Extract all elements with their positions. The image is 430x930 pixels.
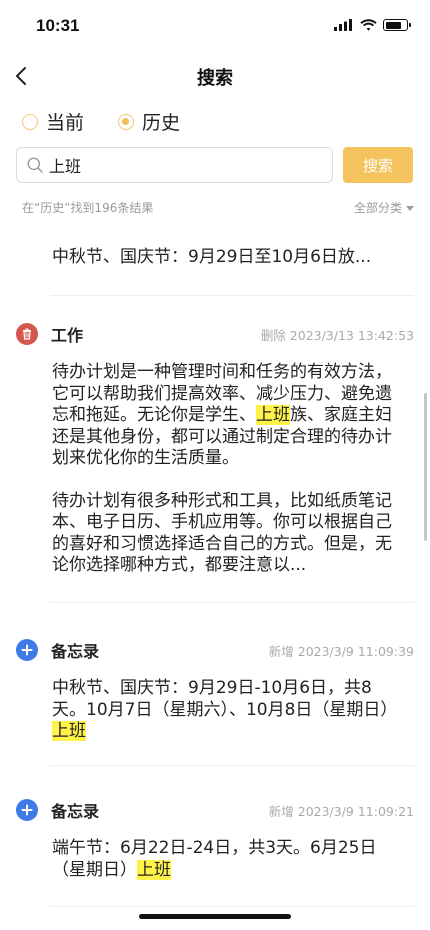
plus-icon bbox=[16, 639, 38, 661]
item-paragraph: 待办计划有很多种形式和工具，比如纸质笔记本、电子日历、手机应用等。你可以根据自己… bbox=[52, 490, 392, 576]
radio-checked-icon bbox=[118, 113, 135, 130]
cellular-signal-icon bbox=[334, 19, 352, 31]
search-highlight: 上班 bbox=[52, 721, 86, 741]
divider bbox=[50, 765, 414, 766]
search-highlight: 上班 bbox=[256, 405, 290, 425]
search-input[interactable] bbox=[49, 155, 319, 175]
plus-icon bbox=[16, 799, 38, 821]
scope-current-label: 当前 bbox=[46, 112, 85, 134]
item-title: 备忘录 bbox=[51, 802, 100, 821]
status-bar: 10:31 bbox=[0, 0, 430, 52]
item-paragraph: 端午节：6月22日-24日，共3天。6月25日（星期日）上班 bbox=[52, 838, 377, 880]
category-filter-label: 全部分类 bbox=[353, 201, 402, 215]
home-indicator[interactable] bbox=[139, 914, 291, 919]
divider bbox=[50, 906, 414, 907]
item-body: 端午节：6月22日-24日，共3天。6月25日（星期日）上班 bbox=[52, 838, 397, 881]
item-header: 备忘录 新增 2023/3/9 11:09:21 bbox=[16, 798, 414, 822]
list-item[interactable]: 中秋节、国庆节：9月29日至10月6日放... bbox=[0, 230, 430, 296]
item-paragraph: 待办计划是一种管理时间和任务的有效方法，它可以帮助我们提高效率、减少压力、避免遗… bbox=[52, 362, 392, 468]
divider bbox=[50, 295, 414, 296]
search-scope: 当前 历史 bbox=[22, 108, 180, 135]
list-item[interactable]: 备忘录 新增 2023/3/9 11:09:39 中秋节、国庆节：9月29日-1… bbox=[0, 638, 430, 758]
scope-current-radio[interactable]: 当前 bbox=[22, 108, 84, 135]
item-meta: 新增 2023/3/9 11:09:39 bbox=[268, 643, 414, 659]
list-item[interactable]: 工作 删除 2023/3/13 13:42:53 待办计划是一种管理时间和任务的… bbox=[0, 322, 430, 592]
scope-history-radio[interactable]: 历史 bbox=[118, 108, 180, 135]
item-body: 待办计划是一种管理时间和任务的有效方法，它可以帮助我们提高效率、减少压力、避免遗… bbox=[52, 362, 397, 577]
search-icon bbox=[27, 157, 43, 173]
item-body: 中秋节、国庆节：9月29日-10月6日，共8天。10月7日（星期六）、10月8日… bbox=[52, 678, 397, 743]
item-meta: 新增 2023/3/9 11:09:21 bbox=[268, 803, 414, 819]
scope-history-label: 历史 bbox=[142, 112, 181, 134]
results-summary: 在“历史”找到196条结果 bbox=[22, 201, 154, 215]
nav-bar: 搜索 bbox=[0, 56, 430, 96]
item-header: 工作 删除 2023/3/13 13:42:53 bbox=[16, 322, 414, 346]
item-paragraph: 中秋节、国庆节：9月29日-10月6日，共8天。10月7日（星期六）、10月8日… bbox=[52, 678, 398, 741]
item-body: 中秋节、国庆节：9月29日至10月6日放... bbox=[52, 247, 397, 269]
divider bbox=[50, 602, 414, 603]
page-title: 搜索 bbox=[197, 68, 233, 89]
list-item[interactable]: 备忘录 新增 2023/3/9 11:09:21 端午节：6月22日-24日，共… bbox=[0, 798, 430, 898]
trash-icon bbox=[16, 323, 38, 345]
radio-unchecked-icon bbox=[22, 113, 38, 130]
item-text: 中秋节、国庆节：9月29日至10月6日放... bbox=[52, 247, 372, 267]
battery-icon bbox=[383, 19, 411, 31]
item-header: 备忘录 新增 2023/3/9 11:09:39 bbox=[16, 638, 414, 662]
item-meta: 删除 2023/3/13 13:42:53 bbox=[260, 327, 414, 343]
category-filter[interactable]: 全部分类 bbox=[354, 199, 414, 216]
search-field[interactable] bbox=[16, 147, 333, 183]
status-time: 10:31 bbox=[36, 16, 80, 35]
item-title: 工作 bbox=[51, 326, 84, 345]
item-title: 备忘录 bbox=[51, 642, 100, 661]
search-button[interactable]: 搜索 bbox=[343, 147, 413, 183]
status-icons bbox=[334, 19, 411, 31]
caret-down-icon bbox=[406, 205, 414, 211]
scrollbar[interactable] bbox=[424, 393, 427, 541]
wifi-icon bbox=[360, 19, 377, 31]
search-highlight: 上班 bbox=[137, 859, 171, 880]
results-list: 中秋节、国庆节：9月29日至10月6日放... 工作 删除 2023/3/13 … bbox=[0, 230, 430, 910]
